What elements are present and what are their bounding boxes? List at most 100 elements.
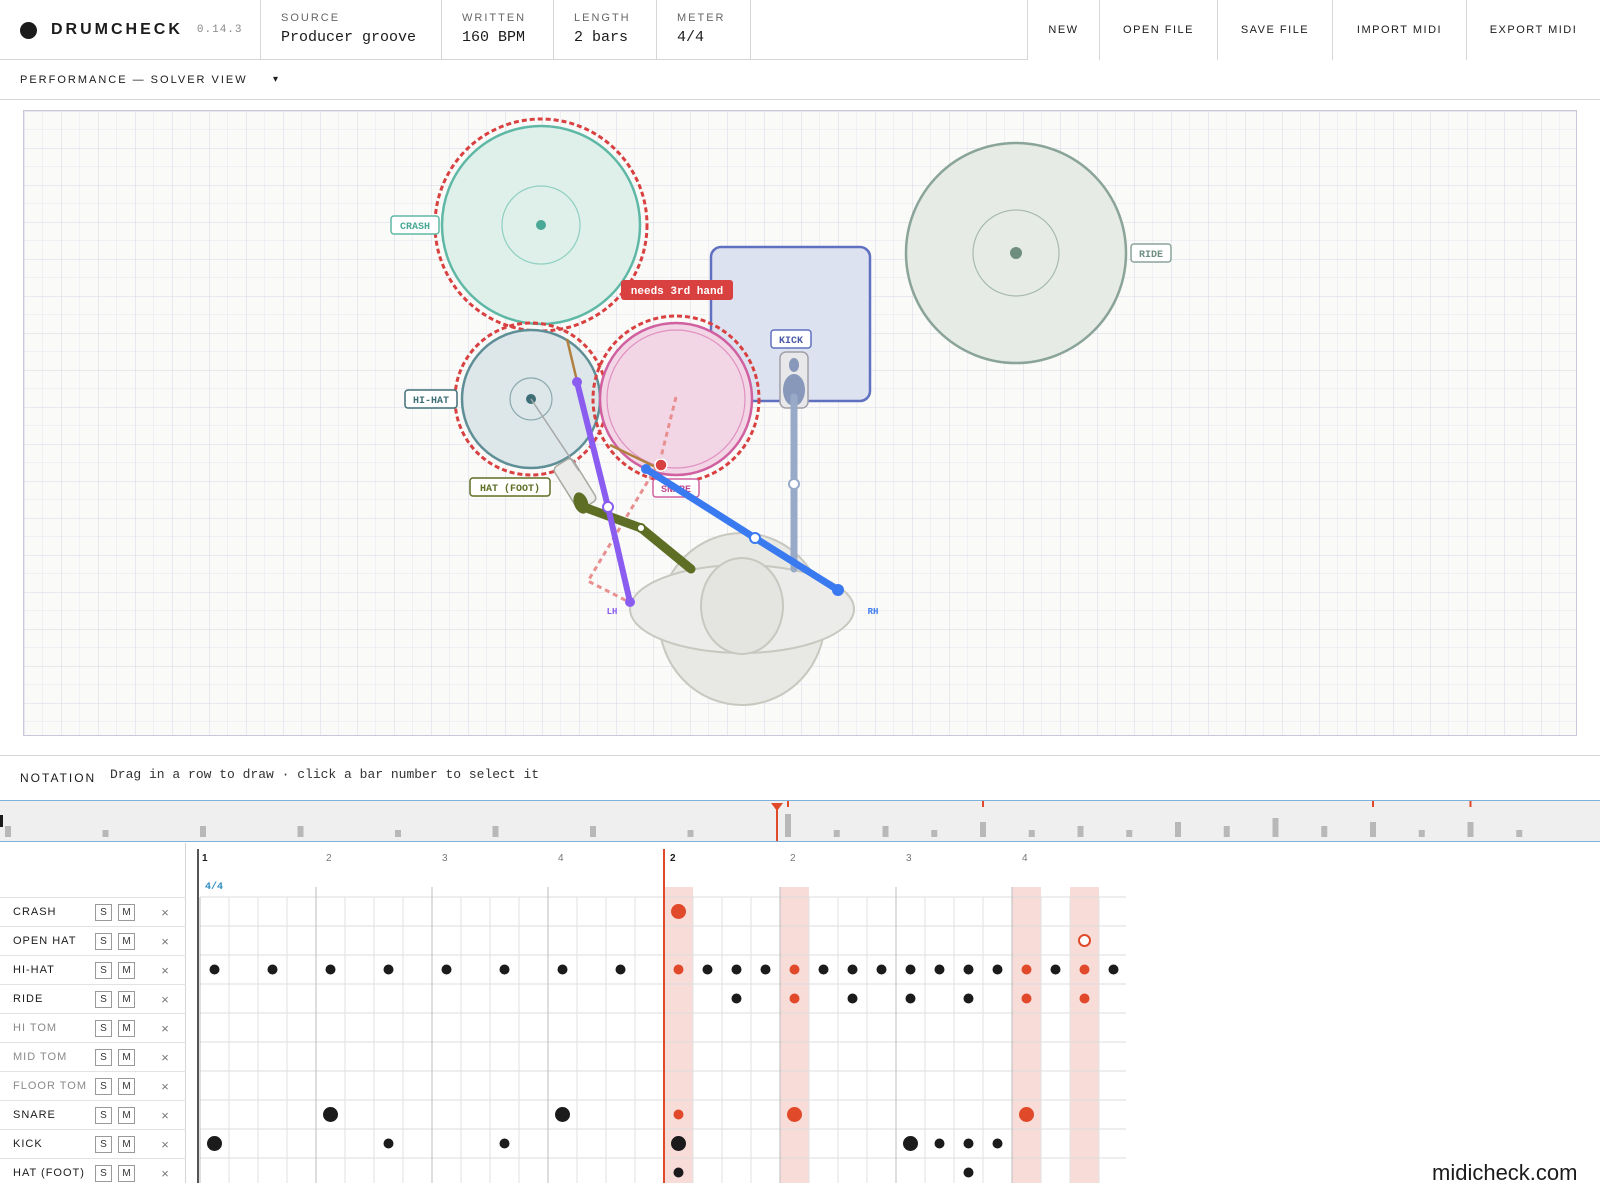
remove-track-button[interactable]: × bbox=[158, 933, 172, 950]
remove-track-button[interactable]: × bbox=[158, 1107, 172, 1124]
remove-track-button[interactable]: × bbox=[158, 1165, 172, 1182]
note[interactable] bbox=[325, 964, 336, 975]
solo-button[interactable]: S bbox=[95, 904, 112, 921]
track-row[interactable]: HAT (FOOT) S M × bbox=[0, 1158, 186, 1187]
track-row[interactable]: KICK S M × bbox=[0, 1129, 186, 1158]
note[interactable] bbox=[876, 964, 887, 975]
note[interactable] bbox=[673, 1167, 684, 1178]
note[interactable] bbox=[905, 993, 916, 1004]
solo-button[interactable]: S bbox=[95, 933, 112, 950]
note[interactable] bbox=[818, 964, 829, 975]
import-midi-button[interactable]: IMPORT MIDI bbox=[1332, 0, 1466, 60]
track-row[interactable]: HI TOM S M × bbox=[0, 1013, 186, 1042]
note[interactable] bbox=[731, 964, 742, 975]
bar-number[interactable]: 2 bbox=[670, 853, 676, 864]
export-midi-button[interactable]: EXPORT MIDI bbox=[1466, 0, 1600, 60]
remove-track-button[interactable]: × bbox=[158, 1020, 172, 1037]
mute-button[interactable]: M bbox=[118, 1078, 135, 1095]
note[interactable] bbox=[1021, 964, 1032, 975]
meta-meter[interactable]: METER 4/4 bbox=[656, 0, 751, 60]
track-row[interactable]: RIDE S M × bbox=[0, 984, 186, 1013]
track-row[interactable]: FLOOR TOM S M × bbox=[0, 1071, 186, 1100]
remove-track-button[interactable]: × bbox=[158, 962, 172, 979]
track-row[interactable]: MID TOM S M × bbox=[0, 1042, 186, 1071]
note[interactable] bbox=[963, 993, 974, 1004]
note[interactable] bbox=[934, 1138, 945, 1149]
note[interactable] bbox=[731, 993, 742, 1004]
solo-button[interactable]: S bbox=[95, 1078, 112, 1095]
note[interactable] bbox=[847, 964, 858, 975]
note[interactable] bbox=[1079, 964, 1090, 975]
note[interactable] bbox=[789, 964, 800, 975]
note[interactable] bbox=[441, 964, 452, 975]
notation-grid[interactable]: 1 2 2 3 4 2 3 4 4/4 bbox=[186, 843, 1129, 1188]
note[interactable] bbox=[787, 1107, 802, 1122]
note[interactable] bbox=[702, 964, 713, 975]
note[interactable] bbox=[673, 1109, 684, 1120]
new-button[interactable]: NEW bbox=[1027, 0, 1099, 60]
remove-track-button[interactable]: × bbox=[158, 1078, 172, 1095]
mute-button[interactable]: M bbox=[118, 1107, 135, 1124]
note[interactable] bbox=[992, 964, 1003, 975]
track-row[interactable]: SNARE S M × bbox=[0, 1100, 186, 1129]
note[interactable] bbox=[557, 964, 568, 975]
mute-button[interactable]: M bbox=[118, 962, 135, 979]
playhead-handle-icon[interactable] bbox=[771, 803, 783, 811]
remove-track-button[interactable]: × bbox=[158, 991, 172, 1008]
solo-button[interactable]: S bbox=[95, 1107, 112, 1124]
view-selector[interactable]: PERFORMANCE — SOLVER VIEW ▾ bbox=[0, 60, 1600, 100]
note[interactable] bbox=[671, 1136, 686, 1151]
notation-svg[interactable]: 1 2 2 3 4 2 3 4 4/4 bbox=[186, 843, 1129, 1188]
mute-button[interactable]: M bbox=[118, 933, 135, 950]
overview-strip[interactable] bbox=[0, 800, 1600, 842]
mute-button[interactable]: M bbox=[118, 1165, 135, 1182]
note[interactable] bbox=[673, 964, 684, 975]
track-row[interactable]: HI-HAT S M × bbox=[0, 955, 186, 984]
solo-button[interactable]: S bbox=[95, 962, 112, 979]
note[interactable] bbox=[934, 964, 945, 975]
mute-button[interactable]: M bbox=[118, 1049, 135, 1066]
solver-canvas[interactable]: CRASH RIDE KICK needs 3rd hand HI-HAT SN… bbox=[23, 110, 1577, 736]
note[interactable] bbox=[760, 964, 771, 975]
solo-button[interactable]: S bbox=[95, 1136, 112, 1153]
track-row[interactable]: OPEN HAT S M × bbox=[0, 926, 186, 955]
track-row[interactable]: CRASH S M × bbox=[0, 897, 186, 926]
mute-button[interactable]: M bbox=[118, 904, 135, 921]
note[interactable] bbox=[1108, 964, 1119, 975]
note[interactable] bbox=[963, 1167, 974, 1178]
note[interactable] bbox=[963, 1138, 974, 1149]
meta-length[interactable]: LENGTH 2 bars bbox=[553, 0, 656, 60]
save-file-button[interactable]: SAVE FILE bbox=[1217, 0, 1332, 60]
note[interactable] bbox=[1021, 993, 1032, 1004]
mute-button[interactable]: M bbox=[118, 1136, 135, 1153]
note[interactable] bbox=[555, 1107, 570, 1122]
view-title[interactable]: PERFORMANCE — SOLVER VIEW bbox=[20, 74, 248, 86]
bar-number[interactable]: 1 bbox=[202, 853, 208, 864]
overview-svg[interactable] bbox=[0, 801, 1600, 842]
note[interactable] bbox=[267, 964, 278, 975]
remove-track-button[interactable]: × bbox=[158, 1049, 172, 1066]
ride-cymbal[interactable] bbox=[904, 141, 1128, 365]
note[interactable] bbox=[992, 1138, 1003, 1149]
note[interactable] bbox=[847, 993, 858, 1004]
note[interactable] bbox=[671, 904, 686, 919]
note[interactable] bbox=[1050, 964, 1061, 975]
note[interactable] bbox=[1079, 993, 1090, 1004]
remove-track-button[interactable]: × bbox=[158, 1136, 172, 1153]
note[interactable] bbox=[963, 964, 974, 975]
solo-button[interactable]: S bbox=[95, 1165, 112, 1182]
note[interactable] bbox=[207, 1136, 222, 1151]
solo-button[interactable]: S bbox=[95, 991, 112, 1008]
note[interactable] bbox=[383, 964, 394, 975]
note[interactable] bbox=[789, 993, 800, 1004]
note[interactable] bbox=[499, 964, 510, 975]
solver-svg[interactable]: CRASH RIDE KICK needs 3rd hand HI-HAT SN… bbox=[24, 111, 1577, 736]
note[interactable] bbox=[1078, 934, 1091, 947]
meta-source[interactable]: SOURCE Producer groove bbox=[260, 0, 440, 60]
note[interactable] bbox=[903, 1136, 918, 1151]
note[interactable] bbox=[1019, 1107, 1034, 1122]
note[interactable] bbox=[323, 1107, 338, 1122]
solo-button[interactable]: S bbox=[95, 1049, 112, 1066]
remove-track-button[interactable]: × bbox=[158, 904, 172, 921]
open-file-button[interactable]: OPEN FILE bbox=[1099, 0, 1217, 60]
